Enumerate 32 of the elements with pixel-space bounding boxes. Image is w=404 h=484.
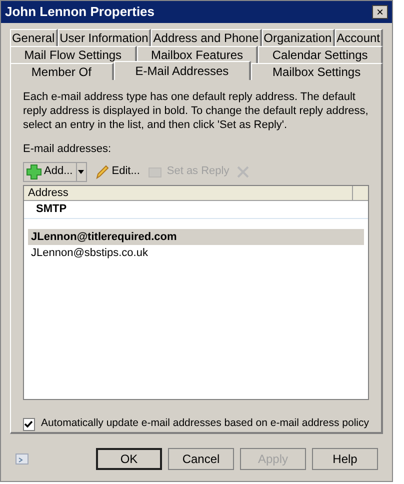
column-header[interactable]: Address <box>24 186 353 200</box>
window-title: John Lennon Properties <box>5 3 155 22</box>
dialog-button[interactable]: Help <box>312 448 378 470</box>
dialog-button[interactable]: Cancel <box>168 448 234 470</box>
tab[interactable]: General <box>10 29 58 46</box>
group-header: SMTP <box>24 200 368 218</box>
list-label: E-mail addresses: <box>23 142 112 157</box>
pencil-icon <box>94 164 109 180</box>
checkbox[interactable] <box>23 418 35 431</box>
add-button[interactable]: Add... <box>23 162 77 182</box>
edit-button[interactable]: Edit... <box>94 162 140 182</box>
tab[interactable]: Member Of <box>10 63 114 80</box>
tab[interactable]: User Information <box>58 29 152 46</box>
description-text: Each e-mail address type has one default reply address. The default reply address is displayed in bold. To change the default reply address, select an entry in the list, and then click 'Set as Reply'. <box>23 90 369 132</box>
dropdown-button[interactable] <box>76 162 87 182</box>
tab[interactable]: E-Mail Addresses <box>114 61 252 80</box>
address-row[interactable]: JLennon@sbstips.co.uk <box>28 244 364 260</box>
header-filler <box>353 186 368 200</box>
delete-icon <box>237 166 250 178</box>
address-row[interactable]: JLennon@titlerequired.com <box>28 228 364 244</box>
tab[interactable]: Account <box>334 29 383 46</box>
tab[interactable]: Mailbox Settings <box>251 63 384 80</box>
tab[interactable]: Calendar Settings <box>258 46 383 63</box>
tab[interactable]: Mail Flow Settings <box>10 46 137 63</box>
caret-icon <box>78 170 84 174</box>
dialog-button[interactable]: OK <box>96 448 162 470</box>
tab[interactable]: Address and Phone <box>151 29 262 46</box>
checkbox-label: Automatically update e-mail addresses based on e-mail address policy <box>40 416 369 432</box>
plus-icon <box>26 164 42 180</box>
tab[interactable]: Organization <box>262 29 335 46</box>
console-icon <box>15 452 29 466</box>
close-button[interactable]: × <box>372 5 388 19</box>
